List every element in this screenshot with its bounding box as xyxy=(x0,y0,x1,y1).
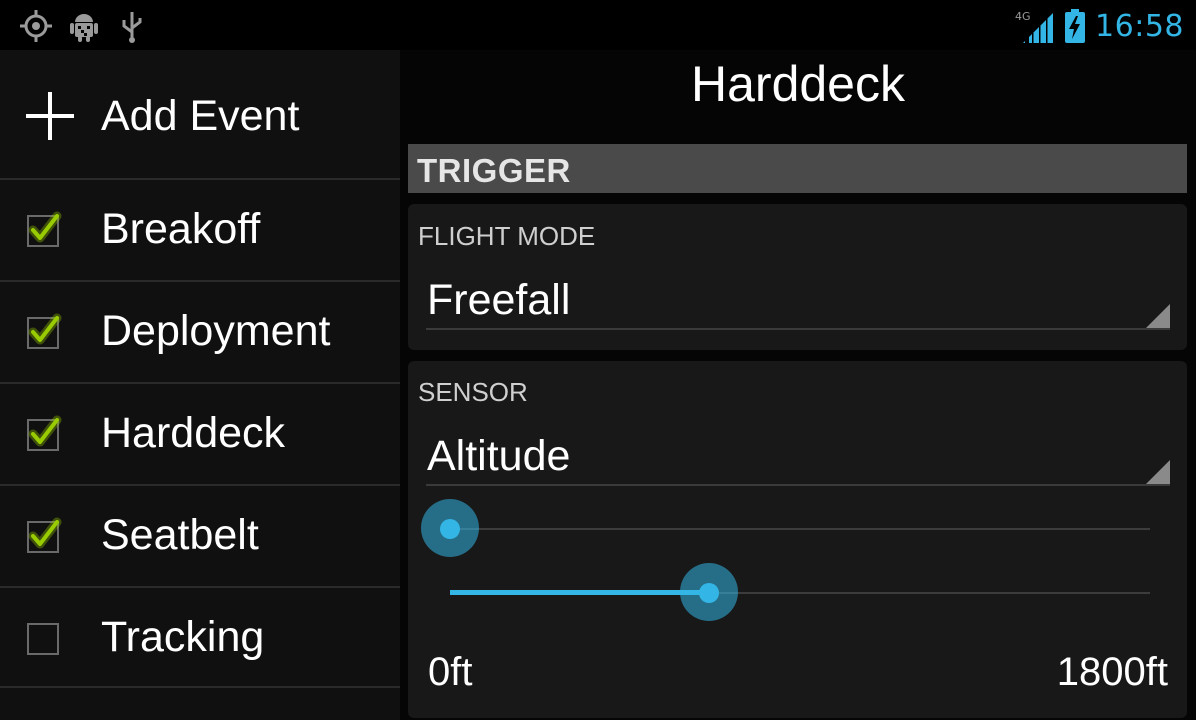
checkbox-checked-icon[interactable] xyxy=(24,414,64,454)
clock: 16:58 xyxy=(1095,8,1184,44)
slider-thumb[interactable] xyxy=(440,519,460,539)
spinner-arrow-icon xyxy=(1146,460,1170,484)
sidebar-item-label: Seatbelt xyxy=(101,511,259,559)
event-detail-panel: Harddeck TRIGGER FLIGHT MODE Freefall SE… xyxy=(400,50,1196,720)
checkbox-checked-icon[interactable] xyxy=(24,516,64,556)
page-title: Harddeck xyxy=(691,56,905,112)
sidebar-item-harddeck[interactable]: Harddeck xyxy=(0,382,400,484)
range-min-slider[interactable] xyxy=(421,499,1170,559)
slider-thumb[interactable] xyxy=(699,583,719,603)
plus-icon xyxy=(26,92,74,140)
sidebar-item-label: Harddeck xyxy=(101,409,286,457)
checkbox-checked-icon[interactable] xyxy=(24,312,64,352)
gps-icon xyxy=(20,10,52,42)
status-bar: 4G 16:58 xyxy=(0,0,1196,50)
flight-mode-card: FLIGHT MODE Freefall xyxy=(408,204,1187,350)
range-min-label: 0ft xyxy=(428,650,473,694)
slider-track xyxy=(450,528,1150,530)
sidebar-item-label: Breakoff xyxy=(101,205,261,253)
sidebar-item-seatbelt[interactable]: Seatbelt xyxy=(0,484,400,586)
flight-mode-value: Freefall xyxy=(427,276,571,324)
range-max-label: 1800ft xyxy=(1056,650,1168,694)
usb-icon xyxy=(122,12,142,43)
range-max-slider[interactable] xyxy=(430,563,1170,623)
section-header-trigger: TRIGGER xyxy=(408,144,1187,193)
sensor-spinner[interactable]: Altitude xyxy=(426,426,1170,486)
android-debug-icon xyxy=(70,14,98,42)
sidebar-item-breakoff[interactable]: Breakoff xyxy=(0,178,400,280)
add-event-button[interactable]: Add Event xyxy=(0,50,400,178)
checkbox-unchecked-icon[interactable] xyxy=(24,618,64,658)
spinner-arrow-icon xyxy=(1146,304,1170,328)
slider-fill xyxy=(450,590,709,595)
sensor-label: SENSOR xyxy=(418,377,528,407)
flight-mode-label: FLIGHT MODE xyxy=(418,221,596,251)
battery-charging-icon xyxy=(1065,9,1086,43)
section-header-label: TRIGGER xyxy=(417,152,571,189)
signal-icon: 4G xyxy=(1015,10,1054,43)
event-sidebar: Add Event Breakoff Deployment Harddeck Seat… xyxy=(0,50,400,720)
sensor-value: Altitude xyxy=(427,432,571,480)
add-event-label: Add Event xyxy=(101,92,300,140)
network-type-label: 4G xyxy=(1015,10,1031,23)
sidebar-item-deployment[interactable]: Deployment xyxy=(0,280,400,382)
checkbox-checked-icon[interactable] xyxy=(24,210,64,250)
status-right: 4G 16:58 xyxy=(1015,6,1184,46)
sidebar-item-tracking[interactable]: Tracking xyxy=(0,586,400,688)
flight-mode-spinner[interactable]: Freefall xyxy=(426,270,1170,330)
sidebar-item-label: Deployment xyxy=(101,307,331,355)
sidebar-item-label: Tracking xyxy=(101,613,265,661)
